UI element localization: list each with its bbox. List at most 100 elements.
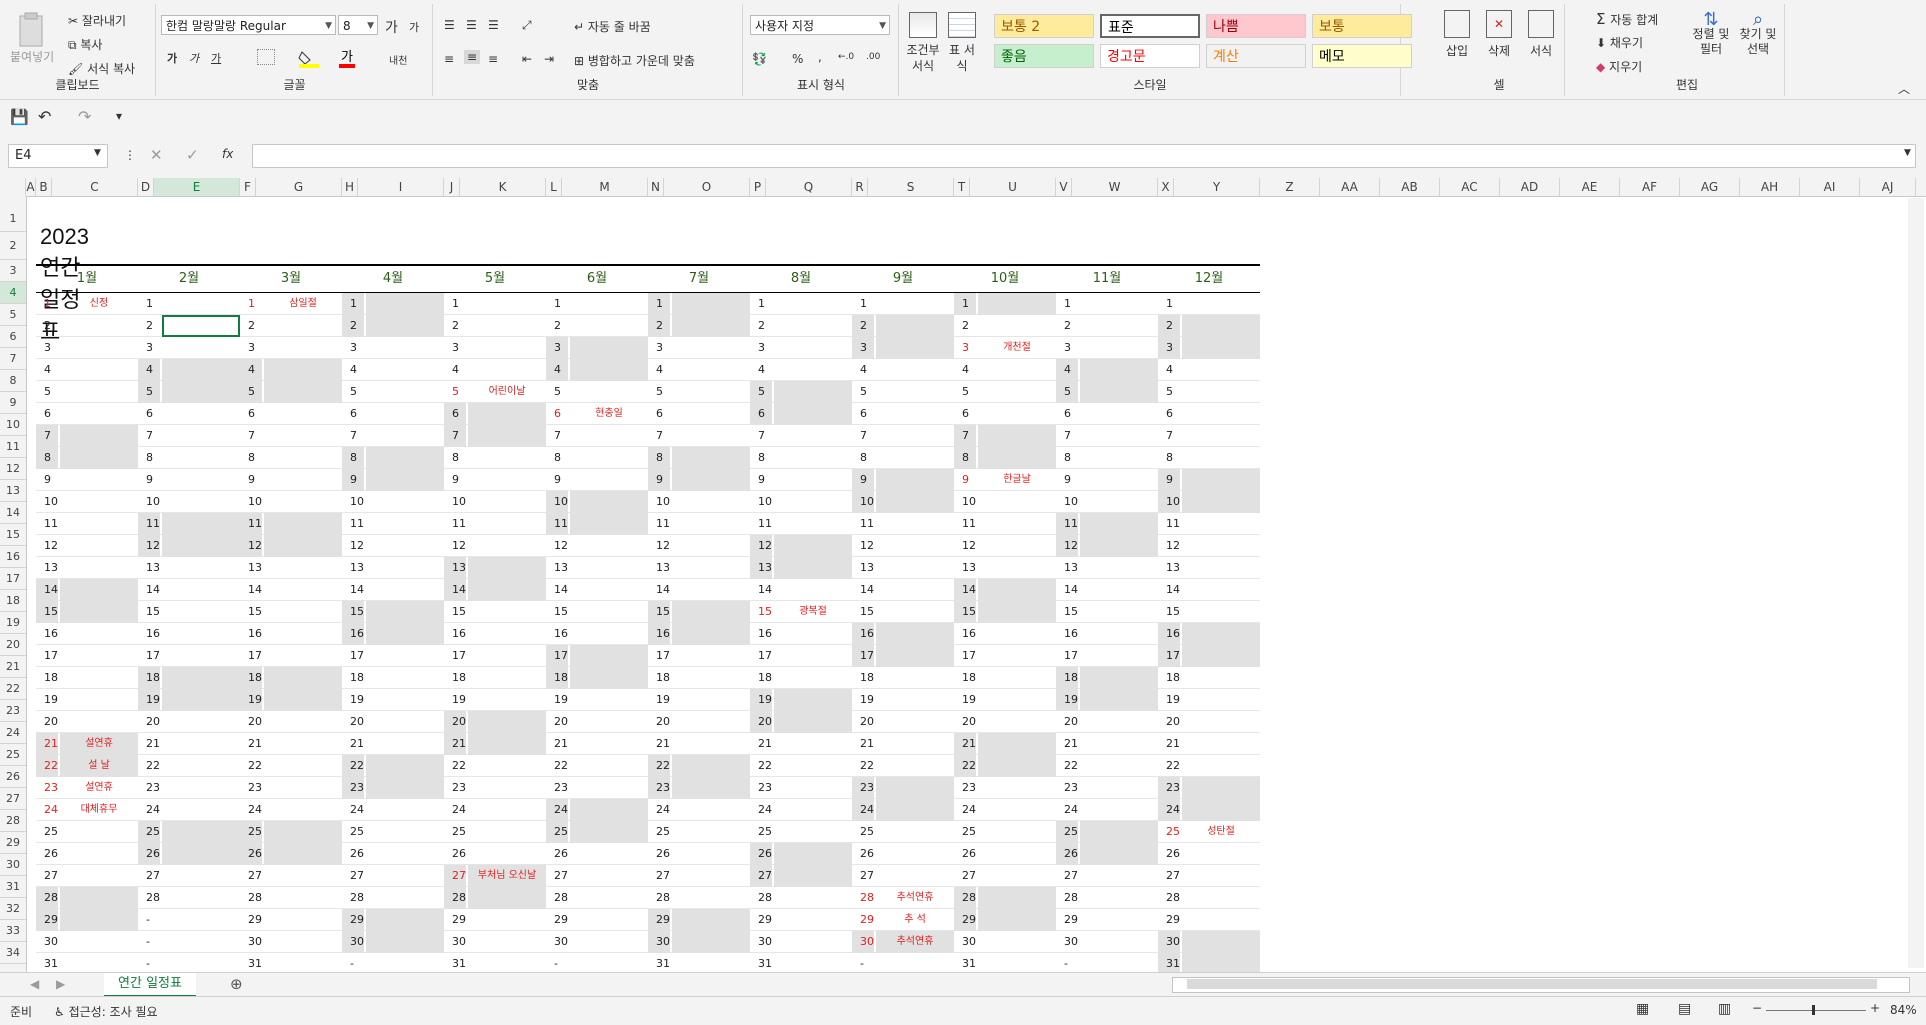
day-cell[interactable]: 3	[138, 337, 240, 359]
zoom-slider[interactable]	[1766, 1005, 1866, 1015]
day-cell[interactable]: 1	[546, 293, 648, 315]
column-header[interactable]: Q	[766, 178, 852, 196]
day-cell[interactable]: 13	[36, 557, 138, 579]
row-header[interactable]: 8	[0, 370, 26, 392]
day-cell[interactable]: 16	[546, 623, 648, 645]
day-cell[interactable]: 7	[750, 425, 852, 447]
cell-style-option[interactable]: 보통 2	[994, 14, 1094, 38]
day-cell[interactable]: 13	[1056, 557, 1158, 579]
row-header[interactable]: 3	[0, 260, 26, 282]
day-cell[interactable]: 10	[36, 491, 138, 513]
chevron-down-icon[interactable]: ▼	[94, 148, 101, 158]
cell-style-option[interactable]: 나쁨	[1206, 14, 1306, 38]
day-cell[interactable]: 15 광복절	[750, 601, 852, 623]
day-cell[interactable]: 2	[36, 315, 138, 337]
row-header[interactable]: 14	[0, 502, 26, 524]
day-cell[interactable]: 13	[1158, 557, 1260, 579]
day-cell[interactable]: 27	[546, 865, 648, 887]
day-cell[interactable]: 22	[342, 755, 444, 777]
indent-icon[interactable]: ⇥	[544, 52, 554, 66]
cancel-icon[interactable]: ✕	[150, 146, 163, 164]
day-cell[interactable]: 11	[852, 513, 954, 535]
day-cell[interactable]: 24 대체휴무	[36, 799, 138, 821]
day-cell[interactable]: 12	[852, 535, 954, 557]
day-cell[interactable]: 25	[648, 821, 750, 843]
day-cell[interactable]: 14	[546, 579, 648, 601]
row-header[interactable]: 28	[0, 810, 26, 832]
day-cell[interactable]: 24	[342, 799, 444, 821]
day-cell[interactable]: 30	[750, 931, 852, 953]
day-cell[interactable]: 23	[240, 777, 342, 799]
day-cell[interactable]: 3	[36, 337, 138, 359]
day-cell[interactable]: 4	[648, 359, 750, 381]
day-cell[interactable]: 2	[648, 315, 750, 337]
column-header[interactable]: V	[1056, 178, 1072, 196]
day-cell[interactable]: 20	[342, 711, 444, 733]
day-cell[interactable]: 1 삼일절	[240, 293, 342, 315]
day-cell[interactable]: 23	[1056, 777, 1158, 799]
day-cell[interactable]: 24	[1158, 799, 1260, 821]
insert-cells-button[interactable]: 삽입	[1444, 10, 1470, 59]
day-cell[interactable]: 21	[954, 733, 1056, 755]
column-header[interactable]: X	[1158, 178, 1174, 196]
day-cell[interactable]: 14	[342, 579, 444, 601]
day-cell[interactable]: 13	[240, 557, 342, 579]
day-cell[interactable]: 26	[36, 843, 138, 865]
font-size-select[interactable]: 8 ▼	[338, 15, 378, 35]
day-cell[interactable]: 25	[1056, 821, 1158, 843]
day-cell[interactable]: 23	[138, 777, 240, 799]
phonetic-button[interactable]: 내천	[389, 52, 407, 67]
day-cell[interactable]: 1	[954, 293, 1056, 315]
day-cell[interactable]: 19	[648, 689, 750, 711]
day-cell[interactable]: 4	[1056, 359, 1158, 381]
row-header[interactable]: 2	[0, 232, 26, 260]
day-cell[interactable]: 22	[750, 755, 852, 777]
day-cell[interactable]: 25	[138, 821, 240, 843]
day-cell[interactable]: 30	[444, 931, 546, 953]
day-cell[interactable]: 20	[240, 711, 342, 733]
cell-style-option[interactable]: 보통	[1312, 14, 1412, 38]
day-cell[interactable]: 6	[138, 403, 240, 425]
day-cell[interactable]: 9	[36, 469, 138, 491]
paste-button[interactable]: 붙여넣기	[10, 48, 54, 65]
column-header[interactable]: C	[52, 178, 138, 196]
day-cell[interactable]: 19	[546, 689, 648, 711]
day-cell[interactable]: 27	[138, 865, 240, 887]
day-cell[interactable]: 8	[1056, 447, 1158, 469]
day-cell[interactable]: 29	[546, 909, 648, 931]
day-cell[interactable]: 30	[546, 931, 648, 953]
cell-style-option[interactable]: 경고문	[1100, 44, 1200, 68]
day-cell[interactable]: 22	[648, 755, 750, 777]
day-cell[interactable]: 6	[36, 403, 138, 425]
day-cell[interactable]: 22	[546, 755, 648, 777]
day-cell[interactable]: 21	[546, 733, 648, 755]
day-cell[interactable]: 30 추석연휴	[852, 931, 954, 953]
column-header[interactable]: F	[240, 178, 256, 196]
row-header[interactable]: 21	[0, 656, 26, 678]
day-cell[interactable]: 2	[138, 315, 240, 337]
day-cell[interactable]: 27	[36, 865, 138, 887]
day-cell[interactable]: 17	[444, 645, 546, 667]
day-cell[interactable]: 2	[750, 315, 852, 337]
day-cell[interactable]: 30	[1056, 931, 1158, 953]
day-cell[interactable]: 30	[36, 931, 138, 953]
day-cell[interactable]: 8	[240, 447, 342, 469]
column-header[interactable]: B	[36, 178, 52, 196]
day-cell[interactable]: 25	[342, 821, 444, 843]
day-cell[interactable]: 23 설연휴	[36, 777, 138, 799]
column-header[interactable]: AI	[1800, 178, 1860, 196]
column-header[interactable]: O	[664, 178, 750, 196]
day-cell[interactable]: 29	[342, 909, 444, 931]
currency-icon[interactable]: 💱	[752, 52, 767, 66]
column-header[interactable]: T	[954, 178, 970, 196]
day-cell[interactable]: 17	[138, 645, 240, 667]
day-cell[interactable]: 18	[138, 667, 240, 689]
column-header[interactable]: AJ	[1860, 178, 1916, 196]
row-header[interactable]: 33	[0, 920, 26, 942]
day-cell[interactable]: 20	[648, 711, 750, 733]
day-cell[interactable]: 4	[546, 359, 648, 381]
worksheet[interactable]: A B C D E F G H I J K L M N O P Q R S T U V W X Y Z AA AB AC AD AE AF AG…	[0, 178, 1926, 977]
day-cell[interactable]: 20	[1056, 711, 1158, 733]
day-cell[interactable]: 15	[648, 601, 750, 623]
day-cell[interactable]: 25	[954, 821, 1056, 843]
